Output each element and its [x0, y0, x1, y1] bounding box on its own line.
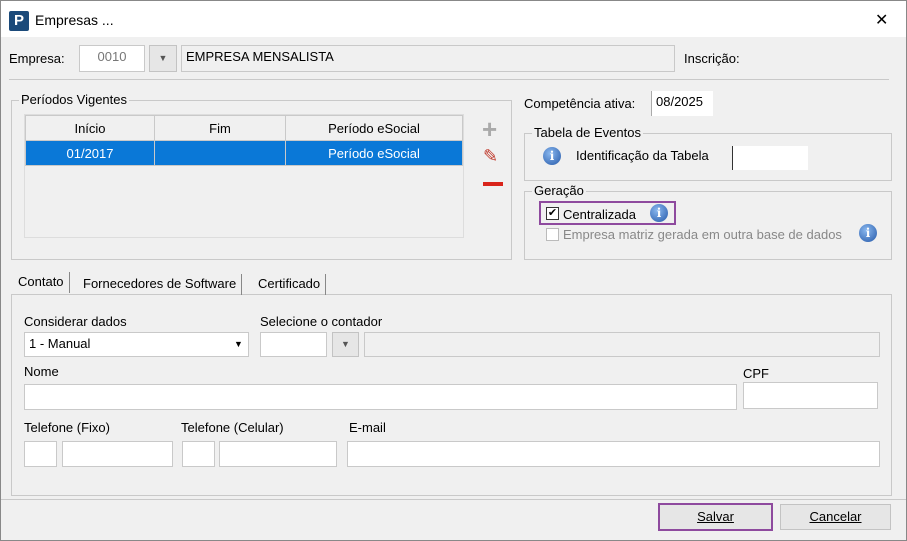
- centralizada-info-icon[interactable]: i: [650, 204, 668, 222]
- matriz-label: Empresa matriz gerada em outra base de d…: [563, 227, 842, 242]
- title-bar: [1, 1, 906, 37]
- empresa-label: Empresa:: [9, 51, 65, 66]
- cpf-input[interactable]: [743, 382, 878, 409]
- tabela-eventos-title: Tabela de Eventos: [532, 125, 643, 140]
- telefone-fixo-input[interactable]: [62, 441, 173, 467]
- contador-dropdown-button[interactable]: ▼: [332, 332, 359, 357]
- edit-pencil-icon[interactable]: ✎: [483, 146, 498, 167]
- email-input[interactable]: [347, 441, 880, 467]
- col-fim[interactable]: Fim: [154, 115, 286, 141]
- footer-separator: [1, 499, 906, 500]
- telefone-fixo-label: Telefone (Fixo): [24, 420, 110, 435]
- cpf-label: CPF: [743, 366, 769, 381]
- separator: [9, 79, 889, 80]
- inscricao-label: Inscrição:: [684, 51, 740, 66]
- centralizada-checkbox[interactable]: ✔: [546, 207, 559, 220]
- empresa-dropdown-button[interactable]: ▼: [149, 45, 177, 72]
- contador-name-field: [364, 332, 880, 357]
- telefone-celular-input[interactable]: [219, 441, 337, 467]
- matriz-info-icon[interactable]: i: [859, 224, 877, 242]
- periodos-title: Períodos Vigentes: [19, 92, 129, 107]
- matriz-checkbox[interactable]: [546, 228, 559, 241]
- tab-certificado[interactable]: Certificado: [253, 274, 327, 295]
- nome-input[interactable]: [24, 384, 737, 410]
- app-logo-icon: P: [9, 11, 29, 31]
- close-button[interactable]: ✕: [875, 10, 888, 30]
- identificacao-label: Identificação da Tabela: [576, 148, 709, 163]
- col-periodo[interactable]: Período eSocial: [285, 115, 463, 141]
- cell-fim: [154, 140, 286, 166]
- centralizada-label: Centralizada: [563, 207, 636, 222]
- identificacao-input[interactable]: [732, 146, 808, 170]
- telefone-fixo-ddd-input[interactable]: [24, 441, 57, 467]
- competencia-input[interactable]: 08/2025: [651, 91, 713, 116]
- email-label: E-mail: [349, 420, 386, 435]
- cancel-button[interactable]: Cancelar: [780, 504, 891, 530]
- contador-label: Selecione o contador: [260, 314, 383, 329]
- cell-periodo: Período eSocial: [285, 140, 463, 166]
- empresa-code-input[interactable]: 0010: [79, 45, 145, 72]
- geracao-title: Geração: [532, 183, 586, 198]
- considerar-label: Considerar dados: [24, 314, 127, 329]
- empresa-name-field: EMPRESA MENSALISTA: [181, 45, 675, 72]
- telefone-celular-label: Telefone (Celular): [181, 420, 284, 435]
- telefone-celular-ddd-input[interactable]: [182, 441, 215, 467]
- contador-code-input[interactable]: [260, 332, 327, 357]
- table-header: Início Fim Período eSocial: [25, 115, 463, 141]
- col-inicio[interactable]: Início: [25, 115, 155, 141]
- competencia-label: Competência ativa:: [524, 96, 636, 111]
- tab-contato[interactable]: Contato: [13, 272, 70, 293]
- considerar-select[interactable]: 1 - Manual: [24, 332, 249, 357]
- info-icon[interactable]: i: [543, 147, 561, 165]
- tab-fornecedores[interactable]: Fornecedores de Software: [78, 274, 243, 295]
- remove-icon[interactable]: [483, 182, 503, 186]
- save-button[interactable]: Salvar: [658, 503, 773, 531]
- add-icon[interactable]: +: [482, 116, 497, 142]
- window-title: Empresas ...: [35, 12, 114, 28]
- nome-label: Nome: [24, 364, 59, 379]
- periodos-table[interactable]: Início Fim Período eSocial 01/2017 Período …: [24, 114, 464, 238]
- table-row[interactable]: 01/2017 Período eSocial: [25, 140, 463, 166]
- cell-inicio: 01/2017: [25, 140, 155, 166]
- chevron-down-icon[interactable]: ▼: [234, 339, 243, 349]
